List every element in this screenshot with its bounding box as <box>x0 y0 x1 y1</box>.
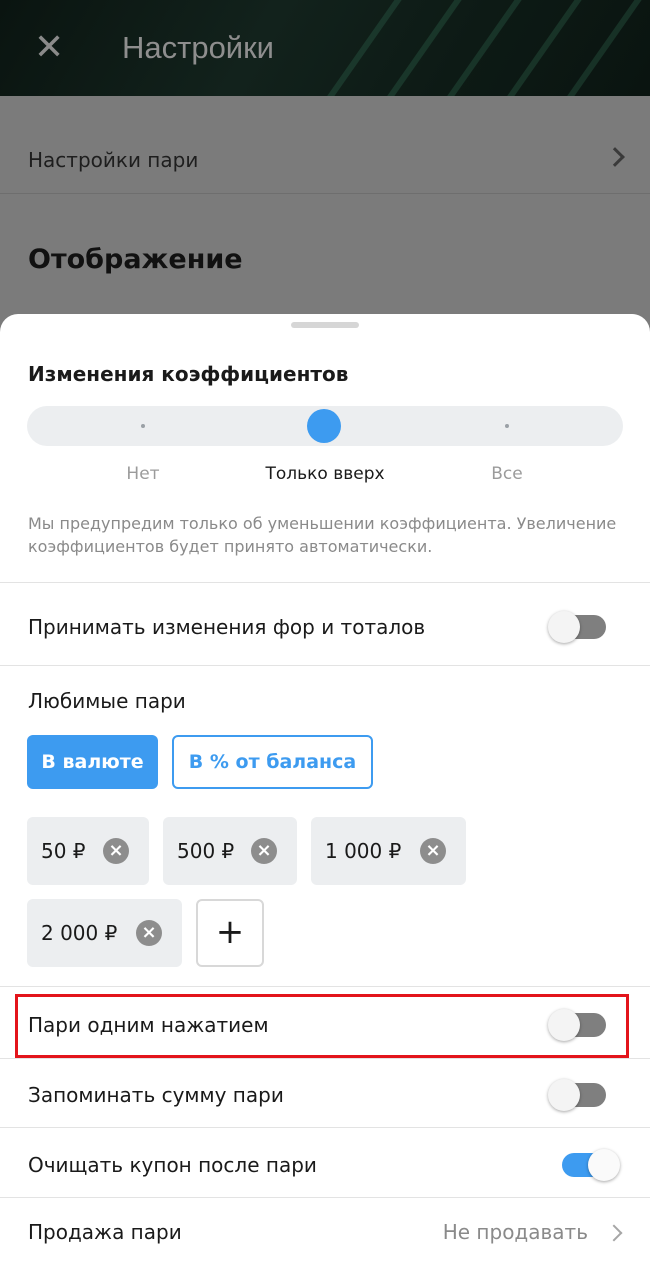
odds-change-hint: Мы предупредим только об уменьшении коэф… <box>28 514 617 556</box>
remove-icon[interactable]: × <box>420 838 446 864</box>
one-click-bet-toggle[interactable] <box>548 1008 606 1041</box>
page-title: Настройки <box>122 30 275 65</box>
clear-coupon-toggle[interactable] <box>562 1148 620 1181</box>
remember-sum-toggle[interactable] <box>548 1078 606 1111</box>
odds-option-all[interactable]: Все <box>407 464 607 484</box>
odds-change-slider[interactable] <box>27 406 623 446</box>
accept-handicap-toggle[interactable] <box>548 610 606 643</box>
close-icon[interactable]: ✕ <box>34 30 64 66</box>
slider-stop-none[interactable] <box>141 424 145 428</box>
remove-icon[interactable]: × <box>251 838 277 864</box>
slider-thumb[interactable] <box>307 409 341 443</box>
divider <box>0 582 650 583</box>
app-header: ✕ Настройки <box>0 0 650 96</box>
slider-stop-all[interactable] <box>505 424 509 428</box>
divider <box>0 1058 650 1059</box>
divider <box>0 1127 650 1128</box>
settings-bottom-sheet: Изменения коэффициентов Нет Только вверх… <box>0 314 650 1280</box>
remove-icon[interactable]: × <box>136 920 162 946</box>
remember-sum-label: Запоминать сумму пари <box>28 1083 284 1107</box>
amount-value: 500 ₽ <box>177 839 235 863</box>
odds-option-none[interactable]: Нет <box>43 464 243 484</box>
chevron-right-icon <box>605 147 625 167</box>
bet-sale-label: Продажа пари <box>28 1220 182 1244</box>
odds-change-title: Изменения коэффициентов <box>28 362 349 386</box>
display-section-title: Отображение <box>28 244 243 275</box>
divider <box>0 1197 650 1198</box>
mode-currency-button[interactable]: В валюте <box>27 735 158 789</box>
divider <box>0 986 650 987</box>
one-click-bet-label: Пари одним нажатием <box>28 1013 269 1037</box>
amount-value: 2 000 ₽ <box>41 921 118 945</box>
amount-value: 50 ₽ <box>41 839 86 863</box>
amount-value: 1 000 ₽ <box>325 839 402 863</box>
remove-icon[interactable]: × <box>103 838 129 864</box>
amount-chip[interactable]: 50 ₽ × <box>27 817 149 885</box>
add-amount-button[interactable]: + <box>196 899 264 967</box>
favorite-bets-title: Любимые пари <box>28 689 186 713</box>
odds-option-up-only[interactable]: Только вверх <box>225 464 425 484</box>
sheet-drag-handle[interactable] <box>291 322 359 328</box>
accept-handicap-label: Принимать изменения фор и тоталов <box>28 615 426 639</box>
bet-settings-label: Настройки пари <box>28 148 199 172</box>
amount-chip[interactable]: 1 000 ₽ × <box>311 817 466 885</box>
amount-chip[interactable]: 2 000 ₽ × <box>27 899 182 967</box>
mode-percent-button[interactable]: В % от баланса <box>172 735 373 789</box>
bet-sale-value: Не продавать <box>442 1220 588 1244</box>
bet-settings-row[interactable]: Настройки пари <box>0 96 650 194</box>
clear-coupon-label: Очищать купон после пари <box>28 1153 317 1177</box>
amount-chip[interactable]: 500 ₽ × <box>163 817 297 885</box>
chevron-right-icon <box>605 1224 623 1242</box>
divider <box>0 665 650 666</box>
